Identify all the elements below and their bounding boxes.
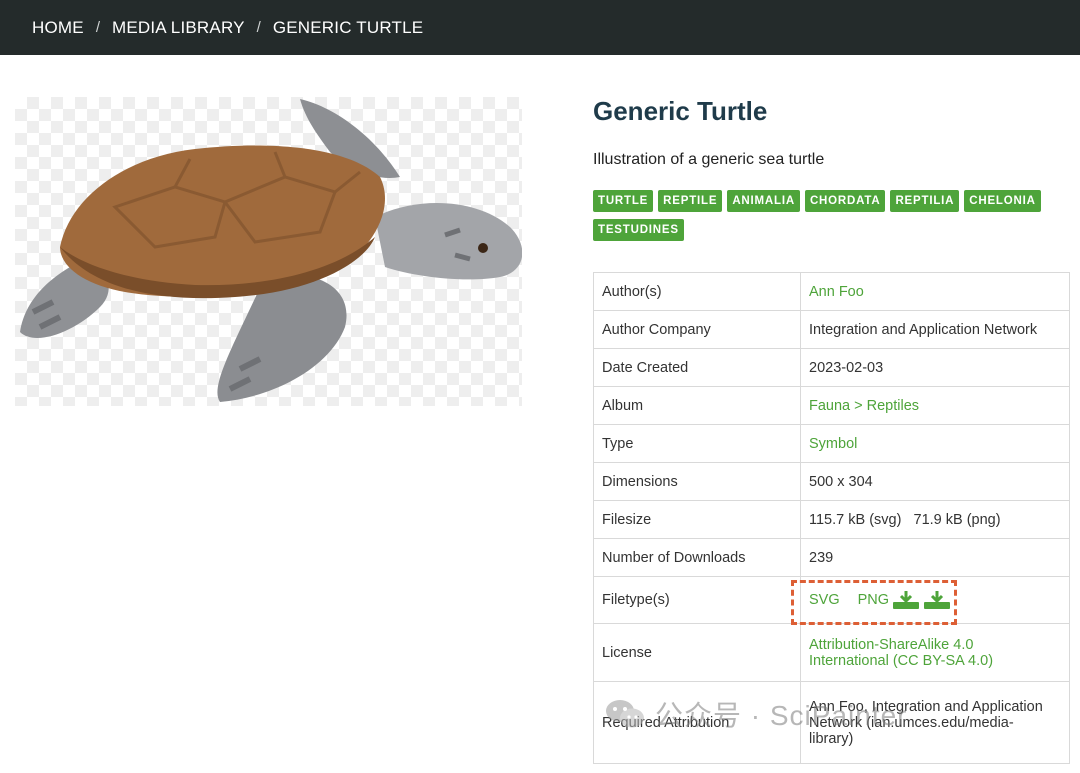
table-row: Required Attribution Ann Foo, Integratio…: [593, 681, 1070, 764]
filesize-png: 71.9 kB (png): [913, 511, 1001, 528]
dimensions-value: 500 x 304: [800, 462, 1070, 501]
attribution-line-1: Ann Foo, Integration and Application: [809, 698, 1043, 715]
required-attribution-label: Required Attribution: [593, 681, 801, 764]
type-link[interactable]: Symbol: [809, 436, 857, 452]
breadcrumb-current: GENERIC TURTLE: [272, 17, 424, 37]
filesize-label: Filesize: [593, 500, 801, 539]
license-line-1: Attribution-ShareAlike 4.0: [809, 636, 974, 653]
tag-animalia[interactable]: ANIMALIA: [727, 190, 800, 212]
tag-chelonia[interactable]: CHELONIA: [964, 190, 1041, 212]
author-company-value: Integration and Application Network: [800, 310, 1070, 349]
download-icon: [893, 591, 920, 609]
tag-reptile[interactable]: REPTILE: [658, 190, 723, 212]
table-row: Author Company Integration and Applicati…: [593, 310, 1070, 349]
page-title: Generic Turtle: [593, 96, 768, 126]
breadcrumb-media-library[interactable]: MEDIA LIBRARY: [112, 18, 245, 38]
tag-turtle[interactable]: TURTLE: [593, 190, 654, 212]
author-link[interactable]: Ann Foo: [809, 284, 864, 300]
sea-turtle-illustration: [20, 99, 522, 402]
download-svg-button[interactable]: SVG: [809, 592, 840, 608]
media-description: Illustration of a generic sea turtle: [593, 151, 825, 168]
date-created-value: 2023-02-03: [800, 348, 1070, 387]
attribution-line-2: Network (ian.umces.edu/media-: [809, 714, 1014, 731]
filetypes-label: Filetype(s): [593, 576, 801, 624]
table-row: Album Fauna > Reptiles: [593, 386, 1070, 425]
license-link[interactable]: Attribution-ShareAlike 4.0 International…: [809, 637, 993, 669]
author-label: Author(s): [593, 272, 801, 311]
filetype-svg-label: SVG: [809, 592, 840, 608]
table-row: Date Created 2023-02-03: [593, 348, 1070, 387]
downloads-value: 239: [800, 538, 1070, 577]
tag-chordata[interactable]: CHORDATA: [804, 190, 886, 212]
table-row: Filetype(s) SVG PNG: [593, 576, 1070, 624]
dimensions-label: Dimensions: [593, 462, 801, 501]
filesize-value: 115.7 kB (svg) 71.9 kB (png): [800, 500, 1070, 539]
required-attribution-value: Ann Foo, Integration and Application Net…: [800, 681, 1070, 764]
filetype-png-label: PNG: [857, 592, 890, 608]
table-row: Type Symbol: [593, 424, 1070, 463]
download-png-button[interactable]: PNG: [858, 590, 951, 610]
filesize-svg: 115.7 kB (svg): [809, 511, 902, 528]
breadcrumb-home[interactable]: HOME: [32, 18, 84, 38]
type-label: Type: [593, 424, 801, 463]
breadcrumb-separator: /: [95, 19, 100, 36]
table-row: Filesize 115.7 kB (svg) 71.9 kB (png): [593, 500, 1070, 539]
attribution-line-3: library): [809, 730, 854, 747]
breadcrumb-separator: /: [256, 19, 261, 36]
album-link[interactable]: Fauna > Reptiles: [809, 398, 919, 414]
license-label: License: [593, 623, 801, 682]
tag-list: TURTLE REPTILE ANIMALIA CHORDATA REPTILI…: [593, 190, 1053, 241]
top-nav-bar: HOME / MEDIA LIBRARY / GENERIC TURTLE: [0, 0, 1080, 55]
table-row: Number of Downloads 239: [593, 538, 1070, 577]
author-company-label: Author Company: [593, 310, 801, 349]
downloads-label: Number of Downloads: [593, 538, 801, 577]
tag-testudines[interactable]: TESTUDINES: [593, 219, 684, 241]
media-preview: [15, 97, 522, 406]
album-label: Album: [593, 386, 801, 425]
download-icon: [924, 591, 951, 609]
table-row: Dimensions 500 x 304: [593, 462, 1070, 501]
date-created-label: Date Created: [593, 348, 801, 387]
media-details-table: Author(s) Ann Foo Author Company Integra…: [593, 272, 1070, 764]
table-row: Author(s) Ann Foo: [593, 272, 1070, 311]
tag-reptilia[interactable]: REPTILIA: [890, 190, 960, 212]
filetype-downloads: SVG PNG: [809, 590, 951, 610]
table-row: License Attribution-ShareAlike 4.0 Inter…: [593, 623, 1070, 682]
license-line-2: International (CC BY-SA 4.0): [809, 652, 994, 669]
